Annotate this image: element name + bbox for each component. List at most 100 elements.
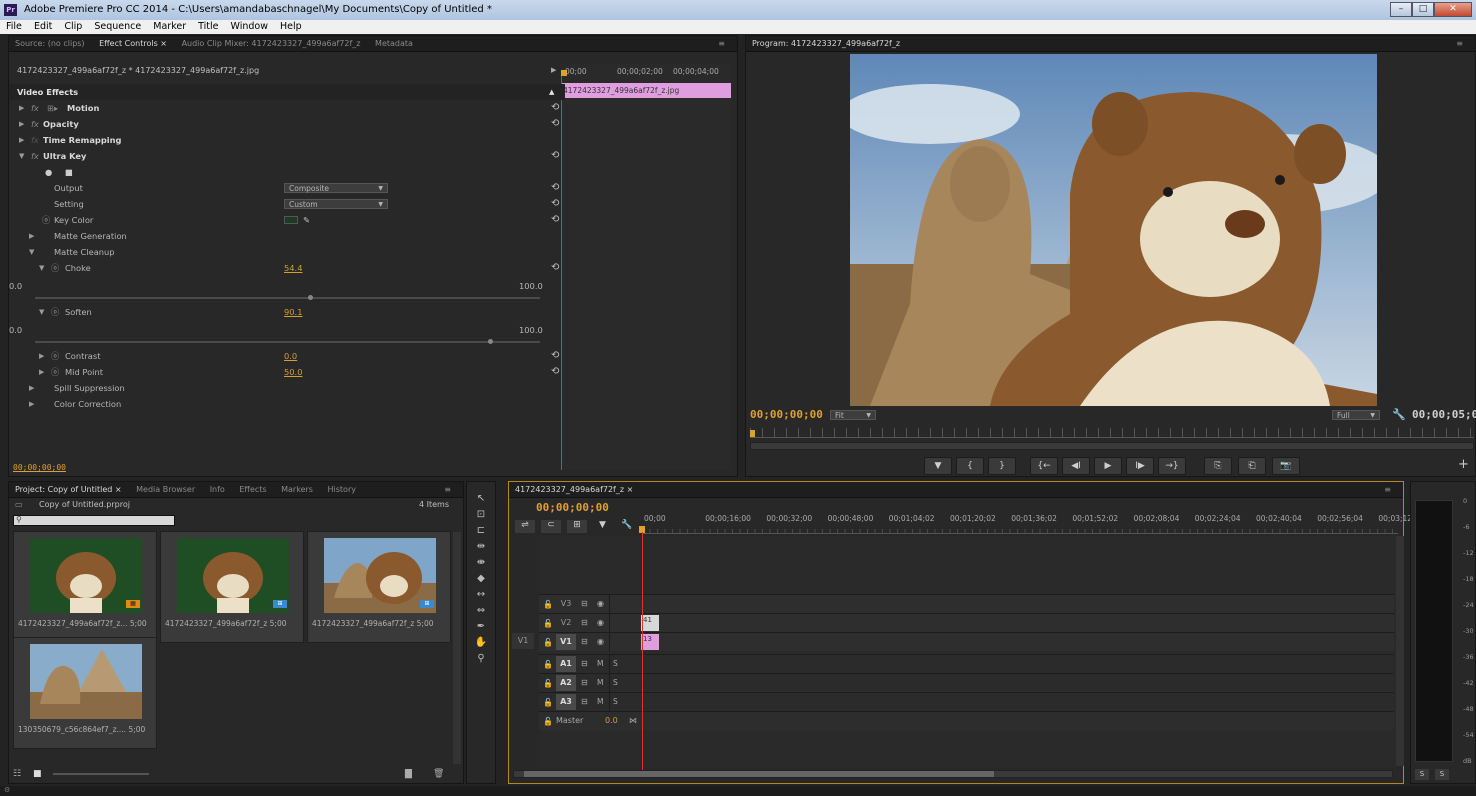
new-bin-icon[interactable]: ▇ <box>405 769 412 779</box>
ellipse-mask-icon[interactable]: ● <box>45 164 52 180</box>
tab-history[interactable]: History <box>328 485 356 494</box>
mute-button[interactable]: M <box>597 678 603 687</box>
soften-slider-thumb[interactable] <box>488 339 493 344</box>
timeline-playhead[interactable] <box>642 532 643 770</box>
solo-left-button[interactable]: S <box>1415 769 1429 780</box>
solo-button[interactable]: S <box>613 697 618 706</box>
track-name[interactable]: A3 <box>556 694 576 710</box>
track-v2[interactable]: 🔓 V2 ⊟ ◉ 41 <box>539 613 1394 633</box>
solo-right-button[interactable]: S <box>1435 769 1449 780</box>
tab-source[interactable]: Source: (no clips) <box>15 39 85 48</box>
lock-icon[interactable]: 🔓 <box>543 679 553 688</box>
solo-button[interactable]: S <box>613 678 618 687</box>
tab-info[interactable]: Info <box>210 485 225 494</box>
tab-sequence[interactable]: 4172423327_499a6af72f_z × <box>515 485 633 494</box>
choke-slider[interactable] <box>35 295 540 300</box>
reset-setting-icon[interactable]: ⟲ <box>551 196 559 212</box>
menu-file[interactable]: File <box>6 21 22 32</box>
zoom-fit-dropdown[interactable]: Fit <box>830 410 876 420</box>
effect-motion[interactable]: ▶ fx ⊞▸ Motion ⟲ <box>9 100 565 116</box>
track-name[interactable]: V3 <box>556 596 576 612</box>
ripple-edit-tool-icon[interactable]: ⊏ <box>474 524 488 538</box>
panel-menu-icon[interactable]: ≡ <box>1456 36 1463 51</box>
project-item-3[interactable]: ⊞ 4172423327_499a6af72f_z 5;00 <box>307 531 451 643</box>
slide-tool-icon[interactable]: ⇔ <box>474 604 488 618</box>
minimize-button[interactable]: – <box>1390 2 1412 17</box>
mute-button[interactable]: M <box>597 659 603 668</box>
menu-clip[interactable]: Clip <box>64 21 82 32</box>
menu-edit[interactable]: Edit <box>34 21 52 32</box>
eye-icon[interactable]: ◉ <box>597 599 604 608</box>
stopwatch-icon[interactable]: ⓞ <box>51 260 59 276</box>
project-item-1[interactable]: ▦ 4172423327_499a6af72f_z... 5;00 <box>13 531 157 643</box>
tab-effect-controls[interactable]: Effect Controls × <box>99 39 167 48</box>
effect-clip-bar[interactable]: 4172423327_499a6af72f_z.jpg <box>561 83 731 98</box>
solo-button[interactable]: S <box>613 659 618 668</box>
project-item-2[interactable]: ⊞ 4172423327_499a6af72f_z 5;00 <box>160 531 304 643</box>
selection-tool-icon[interactable]: ↖ <box>474 492 488 506</box>
output-dropdown[interactable]: Composite <box>284 183 388 193</box>
timeline-ruler[interactable]: 00;00 00;00;16;00 00;00;32;00 00;00;48;00 00… <box>642 512 1419 534</box>
contrast-value[interactable]: 0.0 <box>284 348 297 364</box>
project-scrollbar[interactable] <box>453 532 461 764</box>
effect-time-remapping[interactable]: ▶ fx Time Remapping <box>9 132 565 148</box>
stopwatch-icon[interactable]: ⓞ <box>51 348 59 364</box>
sync-lock-icon[interactable]: ⊟ <box>581 618 588 627</box>
nest-toggle-icon[interactable]: ⇌ <box>515 520 535 533</box>
lock-icon[interactable]: 🔓 <box>543 619 553 628</box>
timeline-horizontal-scrollbar[interactable] <box>513 770 1393 778</box>
program-video-frame[interactable] <box>850 54 1377 406</box>
step-forward-button[interactable]: I▶ <box>1126 457 1154 475</box>
master-output-icon[interactable]: ⋈ <box>629 716 637 725</box>
go-to-out-button[interactable]: →} <box>1158 457 1186 475</box>
reset-contrast-icon[interactable]: ⟲ <box>551 348 559 364</box>
track-a3[interactable]: 🔓 A3 ⊟ M S <box>539 692 1394 712</box>
track-name[interactable]: A2 <box>556 675 576 691</box>
mark-out-button[interactable]: } <box>988 457 1016 475</box>
lock-icon[interactable]: 🔓 <box>543 660 553 669</box>
reset-opacity-icon[interactable]: ⟲ <box>551 116 559 132</box>
lift-button[interactable]: ⎘ <box>1204 457 1232 475</box>
panel-menu-icon[interactable]: ≡ <box>718 36 725 51</box>
sync-lock-icon[interactable]: ⊟ <box>581 678 588 687</box>
stopwatch-icon[interactable]: ⓞ <box>51 304 59 320</box>
timeline-timecode[interactable]: 00;00;00;00 <box>536 501 609 514</box>
tab-media-browser[interactable]: Media Browser <box>136 485 195 494</box>
delete-icon[interactable]: 🗑 <box>433 769 444 779</box>
tab-program[interactable]: Program: 4172423327_499a6af72f_z <box>752 39 900 48</box>
effect-playhead-marker[interactable] <box>561 70 567 76</box>
matte-generation-row[interactable]: ▶ Matte Generation <box>9 228 565 244</box>
effect-opacity[interactable]: ▶ fx Opacity ⟲ <box>9 116 565 132</box>
timeline-vertical-scrollbar[interactable] <box>1396 536 1404 766</box>
stopwatch-icon[interactable]: ⓞ <box>51 364 59 380</box>
eye-icon[interactable]: ◉ <box>597 618 604 627</box>
project-item-4[interactable]: 130350679_c56c864ef7_z.... 5;00 <box>13 637 157 749</box>
sync-lock-icon[interactable]: ⊟ <box>581 697 588 706</box>
menu-marker[interactable]: Marker <box>153 21 186 32</box>
project-search-input[interactable]: ⚲ <box>13 515 175 526</box>
effect-ultra-key[interactable]: ▼ fx Ultra Key ⟲ <box>9 148 565 164</box>
setting-dropdown[interactable]: Custom <box>284 199 388 209</box>
export-frame-button[interactable]: 📷 <box>1272 457 1300 475</box>
button-editor-icon[interactable]: + <box>1458 457 1469 472</box>
step-back-button[interactable]: ◀I <box>1062 457 1090 475</box>
panel-menu-icon[interactable]: ≡ <box>444 482 451 497</box>
rate-stretch-tool-icon[interactable]: ⇼ <box>474 556 488 570</box>
track-name[interactable]: V1 <box>556 634 576 650</box>
choke-value[interactable]: 54.4 <box>284 260 302 276</box>
timeline-clip[interactable]: 41 <box>641 615 659 631</box>
lock-icon[interactable]: 🔓 <box>543 638 553 647</box>
lock-icon[interactable]: 🔓 <box>543 600 553 609</box>
soften-slider[interactable] <box>35 339 540 344</box>
mute-button[interactable]: M <box>597 697 603 706</box>
sync-lock-icon[interactable]: ⊟ <box>581 599 588 608</box>
track-select-tool-icon[interactable]: ⊡ <box>474 508 488 522</box>
icon-view-icon[interactable]: ■ <box>33 769 42 779</box>
playback-resolution-dropdown[interactable]: Full <box>1332 410 1380 420</box>
program-timecode[interactable]: 00;00;00;00 <box>750 408 823 421</box>
eye-icon[interactable]: ◉ <box>597 637 604 646</box>
tab-metadata[interactable]: Metadata <box>375 39 413 48</box>
timeline-settings-icon[interactable]: 🔧 <box>621 520 632 530</box>
pen-tool-icon[interactable]: ✒ <box>474 620 488 634</box>
color-correction-row[interactable]: ▶ Color Correction <box>9 396 565 412</box>
